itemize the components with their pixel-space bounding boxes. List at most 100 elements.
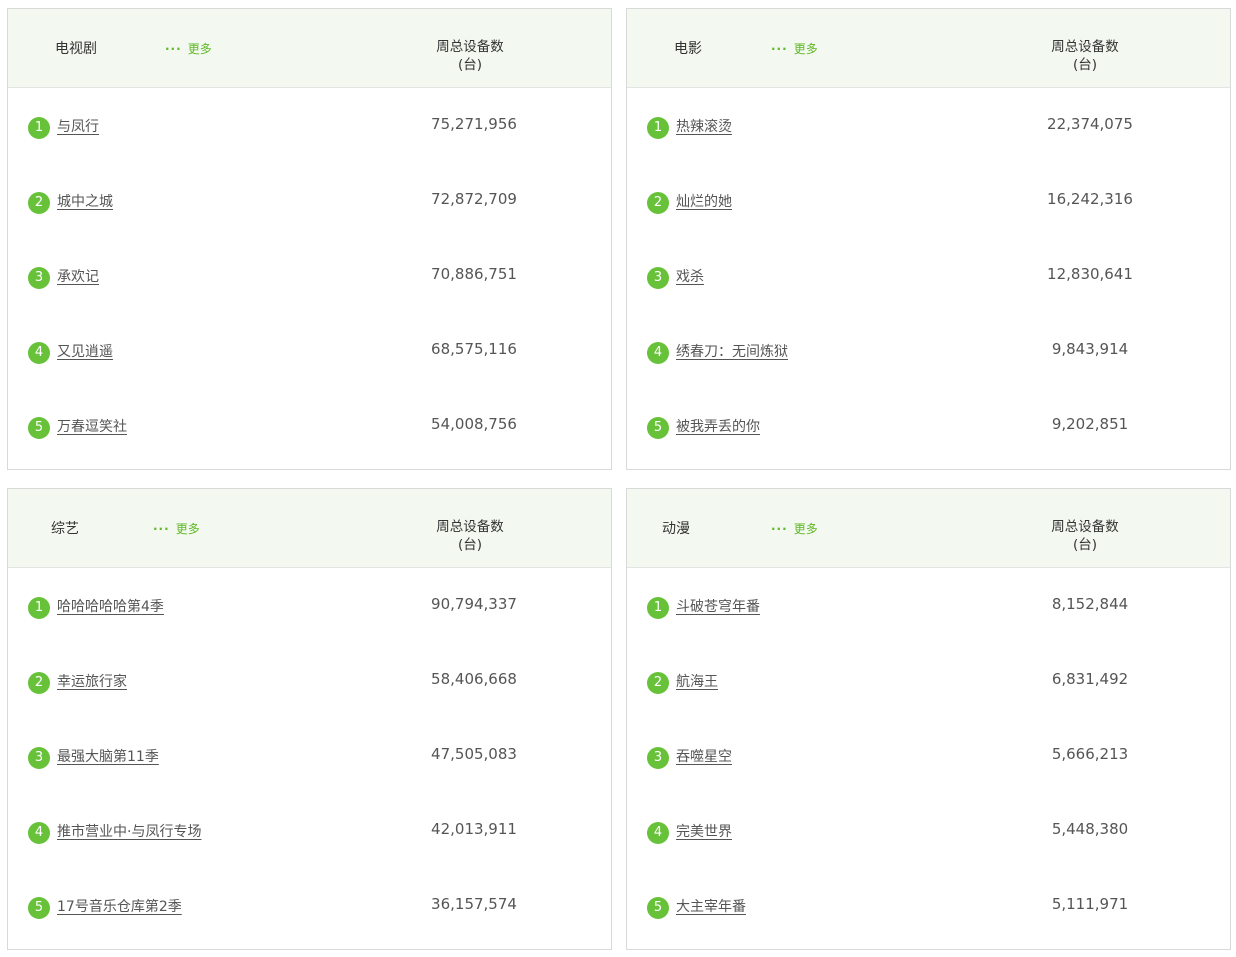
ranking-panel-movie: 电影 ··· 更多 周总设备数 (台) 1 热辣滚烫 22,374,075 2 灿烂的她 1…: [626, 8, 1231, 470]
show-title-link[interactable]: 灿烂的她: [676, 191, 732, 211]
ranking-row: 5 被我弄丢的你 9,202,851: [627, 389, 1230, 464]
device-count: 8,152,844: [1051, 595, 1129, 613]
device-count: 58,406,668: [431, 670, 517, 688]
more-label: 更多: [793, 42, 818, 56]
ranking-row: 2 幸运旅行家 58,406,668: [8, 644, 611, 719]
show-title-link[interactable]: 幸运旅行家: [57, 671, 127, 691]
rank-badge: 3: [28, 267, 50, 289]
device-count: 16,242,316: [1047, 190, 1133, 208]
more-link[interactable]: ··· 更多: [153, 520, 200, 537]
device-count: 54,008,756: [431, 415, 517, 433]
ranking-row: 5 万春逗笑社 54,008,756: [8, 389, 611, 464]
device-count: 6,831,492: [1051, 670, 1129, 688]
column-header-line1: 周总设备数: [1051, 519, 1119, 535]
rank-badge: 5: [647, 897, 669, 919]
rank-badge: 1: [28, 117, 50, 139]
more-label: 更多: [175, 522, 200, 536]
device-count: 70,886,751: [431, 265, 517, 283]
device-count: 42,013,911: [431, 820, 517, 838]
rank-badge: 5: [28, 417, 50, 439]
category-title: 综艺: [51, 521, 79, 537]
more-label: 更多: [793, 522, 818, 536]
column-header: 周总设备数 (台): [430, 38, 510, 74]
column-header-line1: 周总设备数: [436, 39, 504, 55]
panel-header: 动漫 ··· 更多 周总设备数 (台): [627, 489, 1230, 568]
rank-badge: 2: [28, 192, 50, 214]
show-title-link[interactable]: 绣春刀：无间炼狱: [676, 341, 788, 361]
panel-header: 电影 ··· 更多 周总设备数 (台): [627, 9, 1230, 88]
rank-badge: 4: [28, 342, 50, 364]
device-count: 75,271,956: [431, 115, 517, 133]
ranking-row: 3 戏杀 12,830,641: [627, 239, 1230, 314]
rank-badge: 4: [647, 342, 669, 364]
rank-badge: 3: [647, 267, 669, 289]
category-title: 电视剧: [55, 41, 97, 57]
rank-badge: 1: [647, 117, 669, 139]
show-title-link[interactable]: 吞噬星空: [676, 746, 732, 766]
show-title-link[interactable]: 哈哈哈哈哈第4季: [57, 596, 164, 616]
ranking-row: 4 绣春刀：无间炼狱 9,843,914: [627, 314, 1230, 389]
show-title-link[interactable]: 航海王: [676, 671, 718, 691]
show-title-link[interactable]: 承欢记: [57, 266, 99, 286]
rank-badge: 5: [647, 417, 669, 439]
ranking-row: 3 吞噬星空 5,666,213: [627, 719, 1230, 794]
ranking-row: 1 哈哈哈哈哈第4季 90,794,337: [8, 569, 611, 644]
device-count: 68,575,116: [431, 340, 517, 358]
panel-header: 综艺 ··· 更多 周总设备数 (台): [8, 489, 611, 568]
category-title: 电影: [674, 41, 702, 57]
show-title-link[interactable]: 斗破苍穹年番: [676, 596, 760, 616]
show-title-link[interactable]: 完美世界: [676, 821, 732, 841]
show-title-link[interactable]: 最强大脑第11季: [57, 746, 159, 766]
more-dots-icon: ···: [153, 522, 170, 536]
more-dots-icon: ···: [771, 42, 788, 56]
device-count: 36,157,574: [431, 895, 517, 913]
column-header-line2: (台): [1072, 57, 1098, 73]
column-header: 周总设备数 (台): [1045, 38, 1125, 74]
show-title-link[interactable]: 与凤行: [57, 116, 99, 136]
show-title-link[interactable]: 戏杀: [676, 266, 704, 286]
ranking-panel-anime: 动漫 ··· 更多 周总设备数 (台) 1 斗破苍穹年番 8,152,844 2 航海王 6…: [626, 488, 1231, 950]
ranking-row: 3 承欢记 70,886,751: [8, 239, 611, 314]
ranking-panel-tv: 电视剧 ··· 更多 周总设备数 (台) 1 与凤行 75,271,956 2 城中之城 7…: [7, 8, 612, 470]
device-count: 90,794,337: [431, 595, 517, 613]
more-link[interactable]: ··· 更多: [771, 520, 818, 537]
column-header-line1: 周总设备数: [1051, 39, 1119, 55]
more-label: 更多: [187, 42, 212, 56]
ranking-row: 4 推市营业中·与凤行专场 42,013,911: [8, 794, 611, 869]
column-header-line1: 周总设备数: [436, 519, 504, 535]
show-title-link[interactable]: 推市营业中·与凤行专场: [57, 821, 201, 841]
show-title-link[interactable]: 被我弄丢的你: [676, 416, 760, 436]
rank-badge: 3: [28, 747, 50, 769]
ranking-row: 1 斗破苍穹年番 8,152,844: [627, 569, 1230, 644]
device-count: 9,843,914: [1051, 340, 1129, 358]
rank-badge: 2: [28, 672, 50, 694]
show-title-link[interactable]: 大主宰年番: [676, 896, 746, 916]
ranking-row: 2 城中之城 72,872,709: [8, 164, 611, 239]
rank-badge: 4: [28, 822, 50, 844]
device-count: 5,448,380: [1051, 820, 1129, 838]
column-header: 周总设备数 (台): [1045, 518, 1125, 554]
ranking-row: 3 最强大脑第11季 47,505,083: [8, 719, 611, 794]
show-title-link[interactable]: 热辣滚烫: [676, 116, 732, 136]
show-title-link[interactable]: 又见逍遥: [57, 341, 113, 361]
ranking-row: 4 完美世界 5,448,380: [627, 794, 1230, 869]
ranking-row: 1 热辣滚烫 22,374,075: [627, 89, 1230, 164]
device-count: 5,111,971: [1051, 895, 1129, 913]
show-title-link[interactable]: 城中之城: [57, 191, 113, 211]
category-title: 动漫: [662, 521, 690, 537]
show-title-link[interactable]: 万春逗笑社: [57, 416, 127, 436]
rank-badge: 5: [28, 897, 50, 919]
more-dots-icon: ···: [165, 42, 182, 56]
device-count: 72,872,709: [431, 190, 517, 208]
ranking-panel-variety: 综艺 ··· 更多 周总设备数 (台) 1 哈哈哈哈哈第4季 90,794,337 2幸…: [7, 488, 612, 950]
ranking-row: 2 灿烂的她 16,242,316: [627, 164, 1230, 239]
ranking-row: 2 航海王 6,831,492: [627, 644, 1230, 719]
more-link[interactable]: ··· 更多: [165, 40, 212, 57]
column-header-line2: (台): [457, 57, 483, 73]
rank-badge: 1: [647, 597, 669, 619]
show-title-link[interactable]: 17号音乐仓库第2季: [57, 896, 182, 916]
device-count: 22,374,075: [1047, 115, 1133, 133]
more-link[interactable]: ··· 更多: [771, 40, 818, 57]
rank-badge: 2: [647, 672, 669, 694]
device-count: 9,202,851: [1051, 415, 1129, 433]
